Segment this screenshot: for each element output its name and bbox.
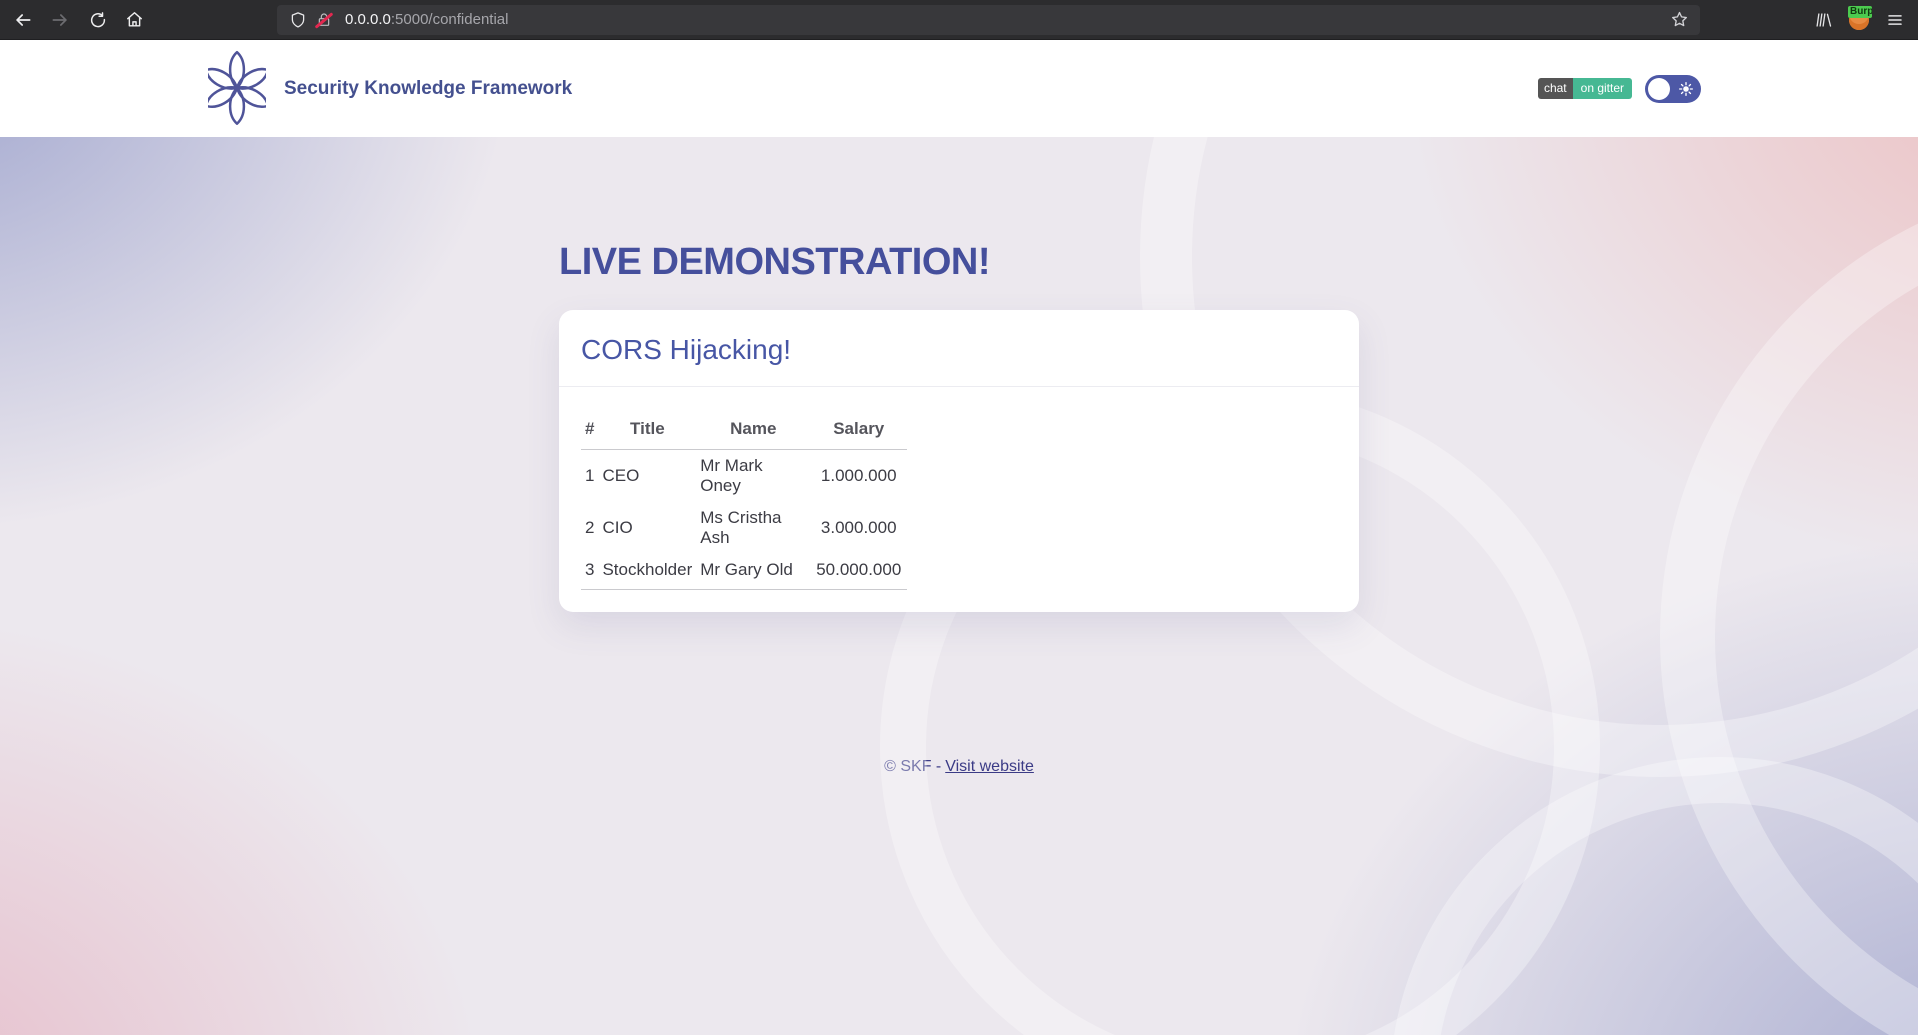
reload-button[interactable] [83,5,113,35]
page-background: LIVE DEMONSTRATION! CORS Hijacking! # Ti… [0,137,1918,1035]
cell-name: Mr Mark Oney [700,456,763,495]
cell-title: CEO [602,466,640,485]
cell-name: Mr Gary Old [696,554,811,590]
cell-title: CIO [602,518,633,537]
header-right: chat on gitter [1537,74,1701,103]
gitter-chat-badge[interactable]: chat on gitter [1537,78,1632,99]
card-title: CORS Hijacking! [559,310,1359,387]
browser-toolbar: 0.0.0.0:5000/confidential Burp [0,0,1918,40]
forward-button[interactable] [45,5,75,35]
page-title: LIVE DEMONSTRATION! [559,241,991,283]
column-header-title: Title [598,417,697,450]
home-button[interactable] [119,5,149,35]
cell-salary: 3.000.000 [820,518,897,537]
site-header: Security Knowledge Framework chat on git… [0,40,1918,137]
toggle-knob [1648,77,1670,100]
cell-salary: 1.000.000 [820,466,897,485]
hamburger-icon [1886,11,1904,29]
back-button[interactable] [8,5,38,35]
cell-number: 2 [585,518,595,537]
table-header-row: # Title Name Salary [581,417,908,450]
toolbar-right-buttons: Burp [1808,5,1910,35]
url-bar[interactable]: 0.0.0.0:5000/confidential [277,4,1700,35]
proxy-extension-button[interactable]: Burp [1844,5,1874,35]
tracking-shield-icon[interactable] [285,7,311,33]
cell-number: 1 [585,466,595,485]
library-icon [1814,11,1832,29]
table-row: 1 CEO Mr Mark Oney 1.000.000 [581,450,907,503]
column-header-name: Name [696,417,811,450]
column-header-salary: Salary [810,417,908,450]
url-text[interactable]: 0.0.0.0:5000/confidential [345,11,1666,28]
reload-icon [89,11,107,29]
cors-card: CORS Hijacking! # Title Name Salary 1 CE… [559,310,1359,612]
url-path: :5000/confidential [390,11,509,28]
flower-logo-icon [204,47,270,130]
table-row: 3 Stockholder Mr Gary Old 50.000.000 [581,554,908,590]
insecure-lock-icon[interactable] [311,7,337,33]
sun-icon [1678,81,1694,102]
cell-number: 3 [581,554,599,590]
url-host: 0.0.0.0 [345,11,391,28]
site-title: Security Knowledge Framework [284,77,573,99]
gitter-badge-label: on gitter [1572,78,1632,99]
cell-salary: 50.000.000 [810,554,908,590]
skf-logo-link[interactable]: Security Knowledge Framework [204,47,573,130]
home-icon [125,10,144,29]
salary-table: # Title Name Salary 1 CEO Mr Mark Oney 1… [581,417,908,590]
card-body: # Title Name Salary 1 CEO Mr Mark Oney 1… [559,387,1359,612]
theme-toggle[interactable] [1645,74,1701,103]
cell-title: Stockholder [598,554,697,590]
back-arrow-icon [13,10,33,30]
bookmark-star-button[interactable] [1666,7,1692,33]
library-button[interactable] [1808,5,1838,35]
chat-badge-label: chat [1537,78,1573,99]
menu-button[interactable] [1880,5,1910,35]
extension-badge: Burp [1848,6,1872,18]
table-row: 2 CIO Ms Cristha Ash 3.000.000 [581,502,907,554]
forward-arrow-icon [50,10,70,30]
column-header-number: # [581,417,599,450]
cell-name: Ms Cristha Ash [700,508,782,547]
